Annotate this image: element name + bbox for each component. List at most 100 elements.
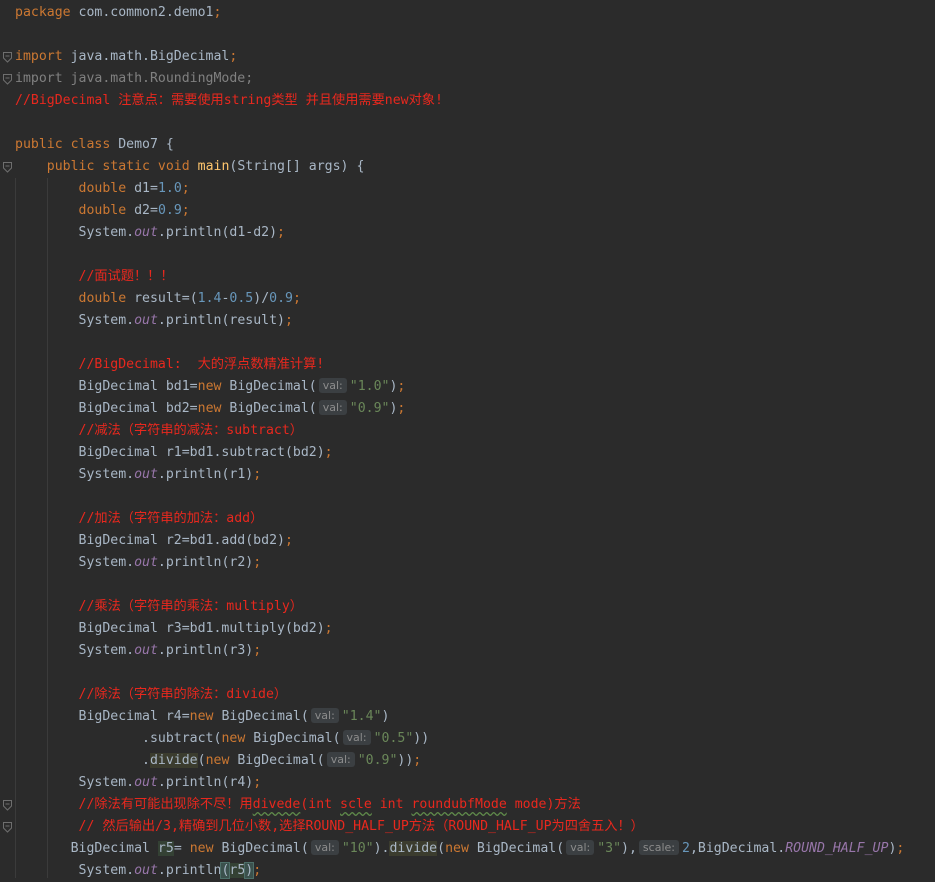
code-token: new <box>205 753 230 768</box>
code-line[interactable]: BigDecimal r2=bd1.add(bd2); <box>15 530 935 552</box>
code-line[interactable]: //除法有可能出现除不尽！用divede(int scle int roundu… <box>15 794 935 816</box>
code-line[interactable]: BigDecimal bd2=new BigDecimal(val: "0.9")… <box>15 398 935 420</box>
code-line[interactable]: BigDecimal r3=bd1.multiply(bd2); <box>15 618 935 640</box>
code-line[interactable]: //面试题！！！ <box>15 266 935 288</box>
code-token: )) <box>397 753 414 768</box>
code-line[interactable]: public class Demo7 { <box>15 134 935 156</box>
code-line[interactable]: //乘法（字符串的乘法：multiply） <box>15 596 935 618</box>
code-token: ; <box>253 467 262 482</box>
fold-marker-icon[interactable] <box>3 822 12 833</box>
code-token: 1.4 <box>197 291 222 306</box>
code-token: "1.4" <box>341 709 382 724</box>
code-line[interactable] <box>15 112 935 134</box>
fold-marker-icon[interactable] <box>3 74 12 85</box>
code-token: ; <box>292 291 301 306</box>
code-line[interactable]: System.out.println(r2); <box>15 552 935 574</box>
code-token: BigDecimal bd1= <box>15 379 198 394</box>
code-token: ). <box>373 841 390 856</box>
code-line[interactable]: System.out.println(d1-d2); <box>15 222 935 244</box>
code-token: )/ <box>253 291 270 306</box>
code-line[interactable] <box>15 244 935 266</box>
code-token: new <box>189 841 214 856</box>
fold-marker-icon[interactable] <box>3 162 12 173</box>
code-line[interactable]: package com.common2.demo1; <box>15 2 935 24</box>
code-line[interactable]: //BigDecimal 注意点：需要使用string类型 并且使用需要new对… <box>15 90 935 112</box>
code-token: double <box>78 291 127 306</box>
code-token: scle <box>340 797 372 812</box>
code-line[interactable]: //加法（字符串的加法：add） <box>15 508 935 530</box>
code-line[interactable]: System.out.println(r4); <box>15 772 935 794</box>
code-line[interactable]: double d1=1.0; <box>15 178 935 200</box>
code-token: //BigDecimal 注意点：需要使用string类型 并且使用需要new对… <box>15 93 443 108</box>
code-token: System. <box>15 863 135 878</box>
parameter-hint: val: <box>342 730 371 745</box>
code-token: java.math.BigDecimal <box>62 49 230 64</box>
parameter-hint: val: <box>318 400 347 415</box>
parameter-hint: val: <box>326 752 355 767</box>
code-line[interactable]: System.out.println(result); <box>15 310 935 332</box>
code-token: new <box>189 709 214 724</box>
code-line[interactable]: System.out.println(r3); <box>15 640 935 662</box>
code-token: 0.9 <box>157 203 182 218</box>
code-line[interactable]: import java.math.RoundingMode; <box>15 68 935 90</box>
code-line[interactable]: double result=(1.4-0.5)/0.9; <box>15 288 935 310</box>
code-token: .subtract( <box>15 731 222 746</box>
code-line[interactable]: //BigDecimal: 大的浮点数精准计算! <box>15 354 935 376</box>
code-line[interactable] <box>15 486 935 508</box>
code-token: BigDecimal r3=bd1.multiply(bd2) <box>15 621 325 636</box>
code-line[interactable]: double d2=0.9; <box>15 200 935 222</box>
code-token: .println(r2) <box>157 555 254 570</box>
code-token: System. <box>15 467 135 482</box>
code-token: BigDecimal <box>15 841 158 856</box>
code-area[interactable]: package com.common2.demo1; import java.ma… <box>15 2 935 882</box>
code-line[interactable]: //减法（字符串的减法：subtract） <box>15 420 935 442</box>
code-token: BigDecimal( <box>213 709 309 724</box>
code-line[interactable]: .subtract(new BigDecimal(val: "0.5")) <box>15 728 935 750</box>
code-token: ; <box>397 401 406 416</box>
parameter-hint: val: <box>310 708 339 723</box>
code-token: package <box>15 5 71 20</box>
code-line[interactable]: BigDecimal r5= new BigDecimal(val: "10").… <box>15 838 935 860</box>
fold-marker-icon[interactable] <box>3 52 12 63</box>
code-token: BigDecimal( <box>221 401 317 416</box>
code-line[interactable] <box>15 24 935 46</box>
code-line[interactable]: BigDecimal r4=new BigDecimal(val: "1.4") <box>15 706 935 728</box>
code-token: ; <box>277 225 285 240</box>
code-token: 1.0 <box>157 181 182 196</box>
code-token: "10" <box>341 841 374 856</box>
code-line[interactable]: BigDecimal r1=bd1.subtract(bd2); <box>15 442 935 464</box>
code-line[interactable] <box>15 332 935 354</box>
code-token: "0.9" <box>357 753 398 768</box>
code-line[interactable] <box>15 662 935 684</box>
code-line[interactable]: public static void main(String[] args) { <box>15 156 935 178</box>
code-line[interactable]: System.out.println(r1); <box>15 464 935 486</box>
code-token: BigDecimal r2=bd1.add(bd2) <box>15 533 285 548</box>
code-token: ; <box>284 313 293 328</box>
code-token: //乘法（字符串的乘法：multiply） <box>78 599 303 614</box>
code-token: d2= <box>126 203 158 218</box>
code-token: BigDecimal bd2= <box>15 401 198 416</box>
code-token: ,BigDecimal. <box>689 841 786 856</box>
code-line[interactable]: // 然后输出/3,精确到几位小数,选择ROUND_HALF_UP方法（ROUN… <box>15 816 935 838</box>
code-token: ; <box>324 445 333 460</box>
parameter-hint: val: <box>566 840 595 855</box>
code-editor[interactable]: package com.common2.demo1; import java.ma… <box>0 0 935 879</box>
code-token: com.common2.demo1 <box>70 5 214 20</box>
code-token: //BigDecimal: 大的浮点数精准计算! <box>78 357 325 372</box>
code-token: ; <box>213 5 222 20</box>
code-line[interactable] <box>15 574 935 596</box>
code-token: BigDecimal( <box>213 841 309 856</box>
fold-marker-icon[interactable] <box>3 800 12 811</box>
code-line[interactable]: BigDecimal bd1=new BigDecimal(val: "1.0")… <box>15 376 935 398</box>
code-line[interactable]: //除法（字符串的除法：divide） <box>15 684 935 706</box>
code-line[interactable]: .divide(new BigDecimal(val: "0.9")); <box>15 750 935 772</box>
code-line[interactable]: import java.math.BigDecimal; <box>15 46 935 68</box>
code-token: public static void <box>46 159 190 174</box>
code-token: ; <box>413 753 422 768</box>
